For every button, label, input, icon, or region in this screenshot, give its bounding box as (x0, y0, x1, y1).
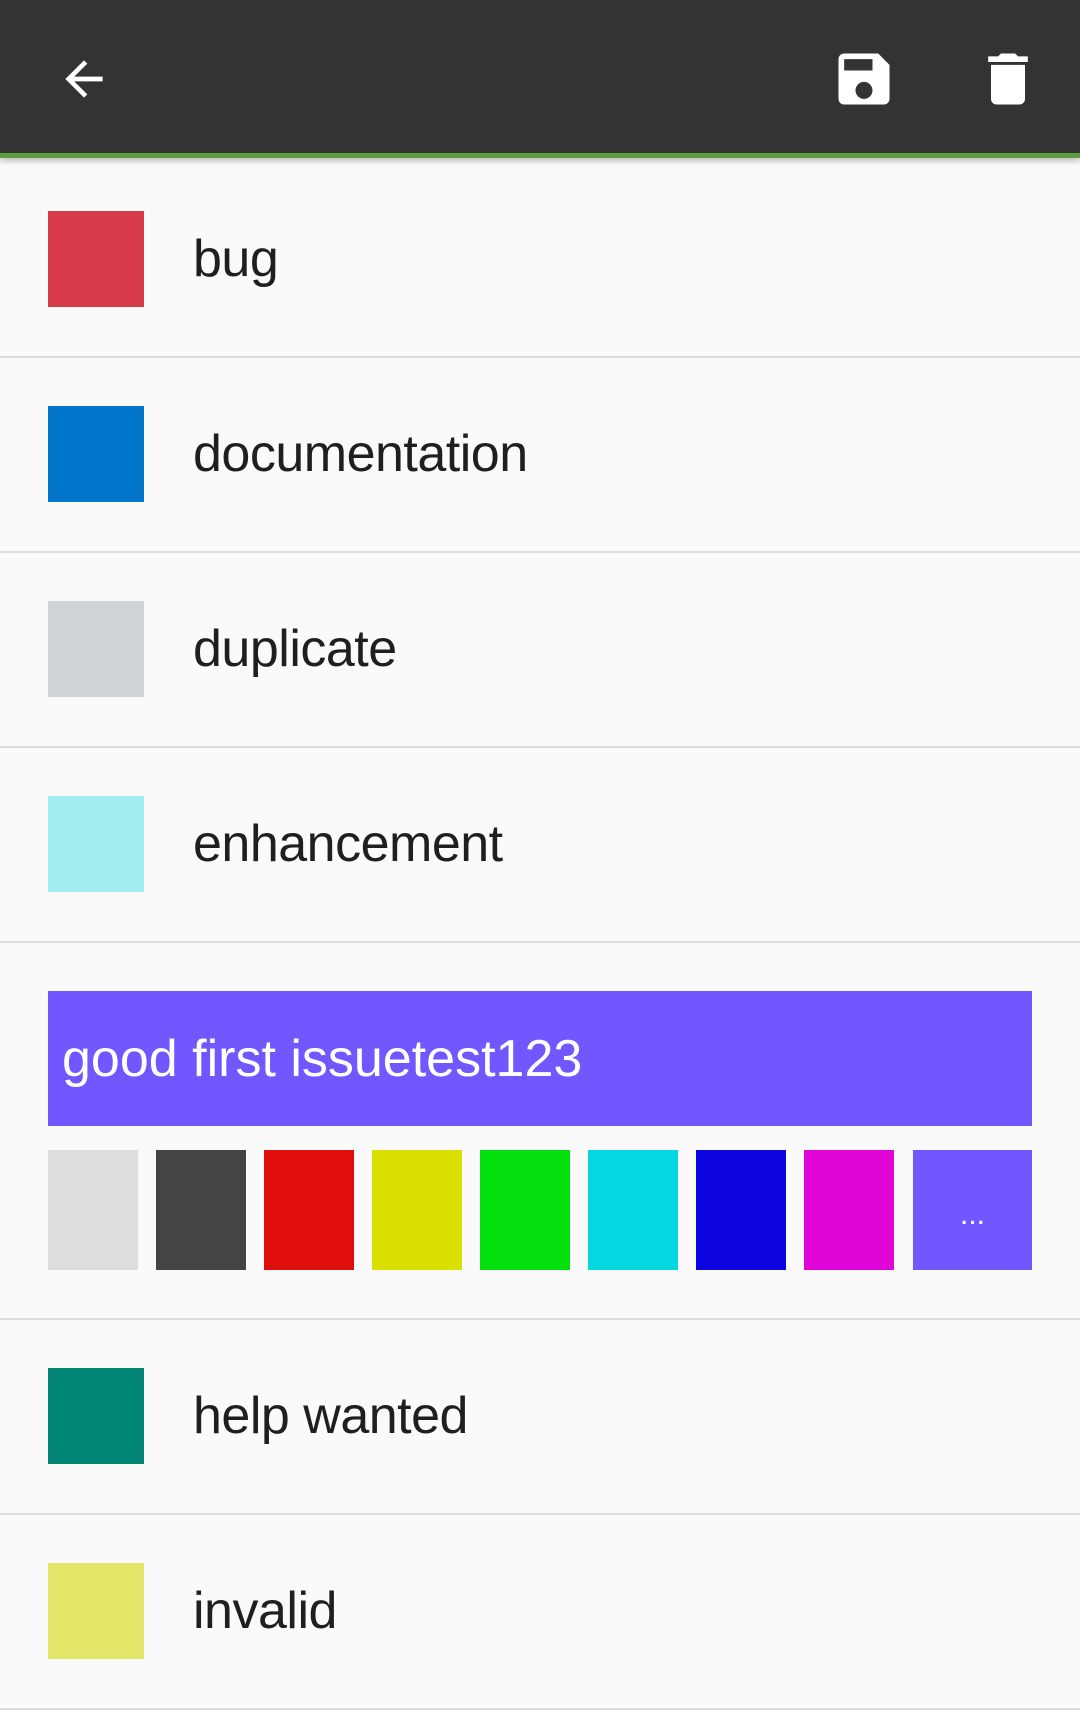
label-name: invalid (193, 1582, 337, 1640)
label-name-input[interactable] (48, 991, 1032, 1126)
label-name: help wanted (193, 1387, 468, 1445)
palette-color-chip[interactable] (696, 1150, 786, 1270)
label-color-swatch (48, 796, 144, 892)
label-row-enhancement[interactable]: enhancement (0, 748, 1080, 943)
palette-color-chip[interactable] (264, 1150, 354, 1270)
label-row-bug[interactable]: bug (0, 163, 1080, 358)
label-row-duplicate[interactable]: duplicate (0, 553, 1080, 748)
label-row-help-wanted[interactable]: help wanted (0, 1320, 1080, 1515)
label-name: enhancement (193, 815, 503, 873)
more-colors-button[interactable]: ... (913, 1150, 1032, 1270)
palette-color-chip[interactable] (804, 1150, 894, 1270)
label-color-swatch (48, 1563, 144, 1659)
color-palette: ... (48, 1150, 1032, 1270)
label-row-documentation[interactable]: documentation (0, 358, 1080, 553)
arrow-left-icon (56, 51, 112, 107)
palette-color-chip[interactable] (156, 1150, 246, 1270)
trash-icon (974, 45, 1042, 113)
palette-color-chip[interactable] (372, 1150, 462, 1270)
palette-color-chip[interactable] (48, 1150, 138, 1270)
delete-button[interactable] (958, 34, 1058, 124)
palette-color-chip[interactable] (480, 1150, 570, 1270)
save-button[interactable] (814, 34, 914, 124)
label-edit-row: ... (0, 943, 1080, 1320)
label-color-swatch (48, 601, 144, 697)
label-color-swatch (48, 406, 144, 502)
palette-color-chip[interactable] (588, 1150, 678, 1270)
label-row-invalid[interactable]: invalid (0, 1515, 1080, 1710)
label-list: bug documentation duplicate enhancement ...… (0, 163, 1080, 1710)
back-button[interactable] (34, 34, 134, 124)
save-floppy-icon (830, 45, 898, 113)
top-app-bar (0, 0, 1080, 158)
label-name: duplicate (193, 620, 397, 678)
more-colors-label: ... (959, 1198, 985, 1231)
label-color-swatch (48, 1368, 144, 1464)
label-color-swatch (48, 211, 144, 307)
label-name: bug (193, 230, 279, 288)
label-name: documentation (193, 425, 528, 483)
